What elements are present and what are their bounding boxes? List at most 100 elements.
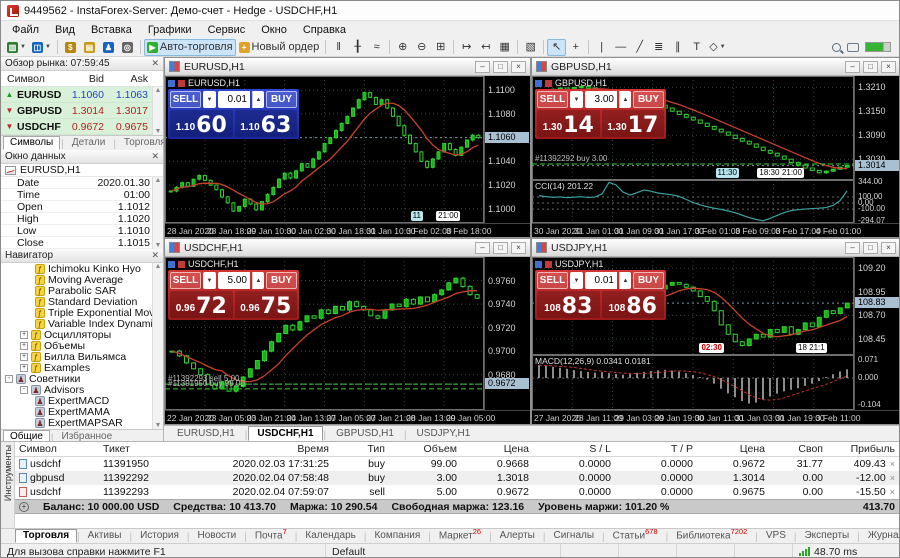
market-watch-tab-1[interactable]: Символы <box>3 136 60 150</box>
sell-button[interactable]: SELL <box>537 272 568 289</box>
menu-item[interactable]: Справка <box>295 23 354 37</box>
chart-window-titlebar[interactable]: USDJPY,H1–□× <box>532 239 900 257</box>
zoom-out-button[interactable]: ⊖ <box>412 39 431 56</box>
volume-input[interactable]: 3.00 <box>585 91 617 108</box>
indicator-subwindow[interactable]: MACD(12,26,9) 0.0341 0.0181 <box>532 355 854 410</box>
minimize-button[interactable]: – <box>845 242 860 254</box>
column-header[interactable]: Прибыль <box>827 443 899 455</box>
templates-button[interactable]: ▧ <box>521 39 540 56</box>
sell-price[interactable]: 1.3014 <box>537 110 600 137</box>
column-header[interactable]: Тип <box>333 443 389 455</box>
column-ask[interactable]: Ask <box>108 73 152 85</box>
navigator-item[interactable]: ƒParabolic SAR <box>1 285 163 296</box>
candlestick-button[interactable]: ╂ <box>348 39 367 56</box>
chart-plot-area[interactable]: EURUSD,H11121:00SELL▼0.01▲BUY1.10601.106… <box>165 76 484 223</box>
column-header[interactable]: Время <box>185 443 333 455</box>
profiles-button[interactable]: ◫▼ <box>29 39 54 56</box>
volume-dropdown-icon[interactable]: ▼ <box>203 91 216 108</box>
terminal-tab-4[interactable]: Новости <box>189 529 244 543</box>
arrange-button[interactable]: ▦ <box>495 39 514 56</box>
expand-icon[interactable]: + <box>20 342 28 350</box>
chart-tab-eurusd[interactable]: EURUSD,H1 <box>168 426 244 441</box>
navigator-button[interactable]: ♟ <box>99 39 118 56</box>
buy-button[interactable]: BUY <box>633 91 664 108</box>
navigator-item[interactable]: ƒStandard Deviation <box>1 296 163 307</box>
terminal-side-tab[interactable]: Инструменты <box>1 442 15 528</box>
trendline-button[interactable]: ╱ <box>630 39 649 56</box>
menu-item[interactable]: Графики <box>140 23 200 37</box>
collapse-icon[interactable]: - <box>20 386 28 394</box>
maximize-button[interactable]: □ <box>863 242 878 254</box>
new-chart-button[interactable]: ▥▼ <box>4 39 29 56</box>
terminal-tab-6[interactable]: Календарь <box>297 529 363 543</box>
terminal-tab-5[interactable]: Почта7 <box>247 526 295 543</box>
terminal-button[interactable]: ◎ <box>118 39 137 56</box>
navigator-item[interactable]: ƒTriple Exponential Moving Average <box>1 307 163 318</box>
market-watch-button[interactable]: $ <box>61 39 80 56</box>
terminal-tab-12[interactable]: Библиотека7202 <box>668 526 755 543</box>
menu-item[interactable]: Сервис <box>200 23 254 37</box>
chart-tab-gbpusd[interactable]: GBPUSD,H1 <box>327 426 403 441</box>
scrollbar[interactable]: ▲▼ <box>152 177 163 249</box>
volume-input[interactable]: 0.01 <box>585 272 617 289</box>
navigator-item[interactable]: +ƒОсцилляторы <box>1 329 163 340</box>
chart-tab-usdjpy[interactable]: USDJPY,H1 <box>408 426 480 441</box>
expand-icon[interactable]: + <box>20 364 28 372</box>
column-header[interactable]: T / P <box>615 443 697 455</box>
sell-price[interactable]: 10883 <box>537 291 600 318</box>
volume-up-icon[interactable]: ▲ <box>619 272 631 289</box>
buy-button[interactable]: BUY <box>266 91 297 108</box>
chart-tab-usdchf[interactable]: USDCHF,H1 <box>248 426 322 441</box>
minimize-button[interactable]: – <box>475 61 490 73</box>
market-watch-tab-2[interactable]: Детали <box>65 136 112 150</box>
sell-price[interactable]: 1.1060 <box>170 110 233 137</box>
menu-item[interactable]: Вставка <box>83 23 140 37</box>
chart-window-titlebar[interactable]: USDCHF,H1–□× <box>165 239 530 257</box>
buy-button[interactable]: BUY <box>633 272 664 289</box>
terminal-tab-15[interactable]: Журнал <box>860 529 900 543</box>
column-header[interactable]: Объем <box>389 443 461 455</box>
menu-item[interactable]: Файл <box>4 23 47 37</box>
terminal-tab-3[interactable]: История <box>132 529 187 543</box>
chart-window-usdchf[interactable]: USDCHF,H1–□×#11392293 sell 5.00#11391950… <box>164 238 531 425</box>
navigator-item[interactable]: ƒIchimoku Kinko Hyo <box>1 263 163 274</box>
volume-up-icon[interactable]: ▲ <box>619 91 631 108</box>
cursor-button[interactable]: ↖ <box>547 39 566 56</box>
terminal-tab-2[interactable]: Активы <box>80 529 130 543</box>
navigator-item[interactable]: ƒVariable Index Dynamic Average <box>1 318 163 329</box>
chart-window-eurusd[interactable]: EURUSD,H1–□×EURUSD,H11121:00SELL▼0.01▲BU… <box>164 57 531 238</box>
text-button[interactable]: T <box>687 39 706 56</box>
auto-scroll-button[interactable]: ↦ <box>457 39 476 56</box>
terminal-tab-7[interactable]: Компания <box>366 529 428 543</box>
indicator-subwindow[interactable]: CCI(14) 201.22 <box>532 180 854 223</box>
terminal-tab-9[interactable]: Алерты <box>492 529 543 543</box>
expand-icon[interactable]: + <box>20 331 28 339</box>
close-position-icon[interactable]: × <box>890 487 895 497</box>
minimize-button[interactable]: – <box>845 61 860 73</box>
collapse-icon[interactable]: - <box>5 375 13 383</box>
close-icon[interactable]: ✕ <box>151 152 159 161</box>
status-profile[interactable]: Default <box>326 544 561 558</box>
chat-icon[interactable] <box>847 43 859 52</box>
navigator-item[interactable]: ♟ExpertMAMA <box>1 406 163 417</box>
zoom-in-button[interactable]: ⊕ <box>393 39 412 56</box>
close-position-icon[interactable]: × <box>890 473 895 483</box>
buy-price[interactable]: 1.1063 <box>235 110 298 137</box>
volume-input[interactable]: 0.01 <box>218 91 250 108</box>
bar-chart-button[interactable]: ‖ <box>329 39 348 56</box>
buy-price[interactable]: 1.3017 <box>602 110 665 137</box>
terminal-tab-1[interactable]: Торговля <box>15 529 77 543</box>
buy-button[interactable]: BUY <box>266 272 297 289</box>
minimize-button[interactable]: – <box>475 242 490 254</box>
close-button[interactable]: × <box>881 242 896 254</box>
menu-item[interactable]: Окно <box>253 23 295 37</box>
sell-button[interactable]: SELL <box>537 91 568 108</box>
volume-input[interactable]: 5.00 <box>218 272 250 289</box>
column-header[interactable]: Символ <box>15 443 99 455</box>
close-button[interactable]: × <box>881 61 896 73</box>
column-bid[interactable]: Bid <box>64 73 108 85</box>
new-order-button[interactable]: +Новый ордер <box>236 39 323 56</box>
column-symbol[interactable]: Символ <box>1 73 64 85</box>
sell-button[interactable]: SELL <box>170 91 201 108</box>
terminal-tab-14[interactable]: Эксперты <box>796 529 857 543</box>
